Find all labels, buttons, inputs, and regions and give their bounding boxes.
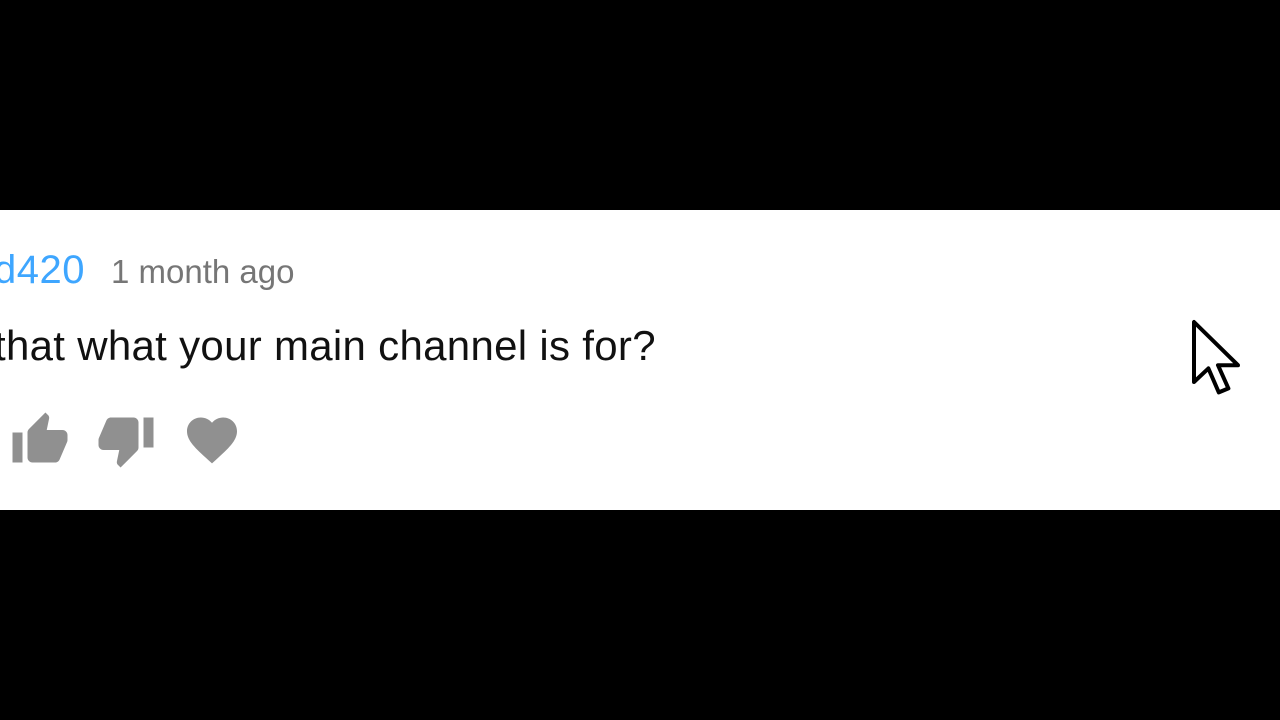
comment-text: that what your main channel is for? — [0, 322, 656, 369]
comment-panel: d420 1 month ago that what your main cha… — [0, 210, 1280, 510]
heart-icon[interactable] — [182, 410, 242, 470]
thumbs-up-icon[interactable] — [10, 410, 70, 470]
letterbox-bottom — [0, 510, 1280, 720]
letterbox-top — [0, 0, 1280, 210]
comment-author[interactable]: d420 — [0, 248, 85, 293]
thumbs-down-icon[interactable] — [96, 410, 156, 470]
comment-header: d420 1 month ago — [0, 248, 294, 293]
comment-timestamp[interactable]: 1 month ago — [111, 253, 294, 291]
mouse-pointer-icon — [1190, 318, 1242, 398]
comment-actions — [10, 410, 268, 470]
